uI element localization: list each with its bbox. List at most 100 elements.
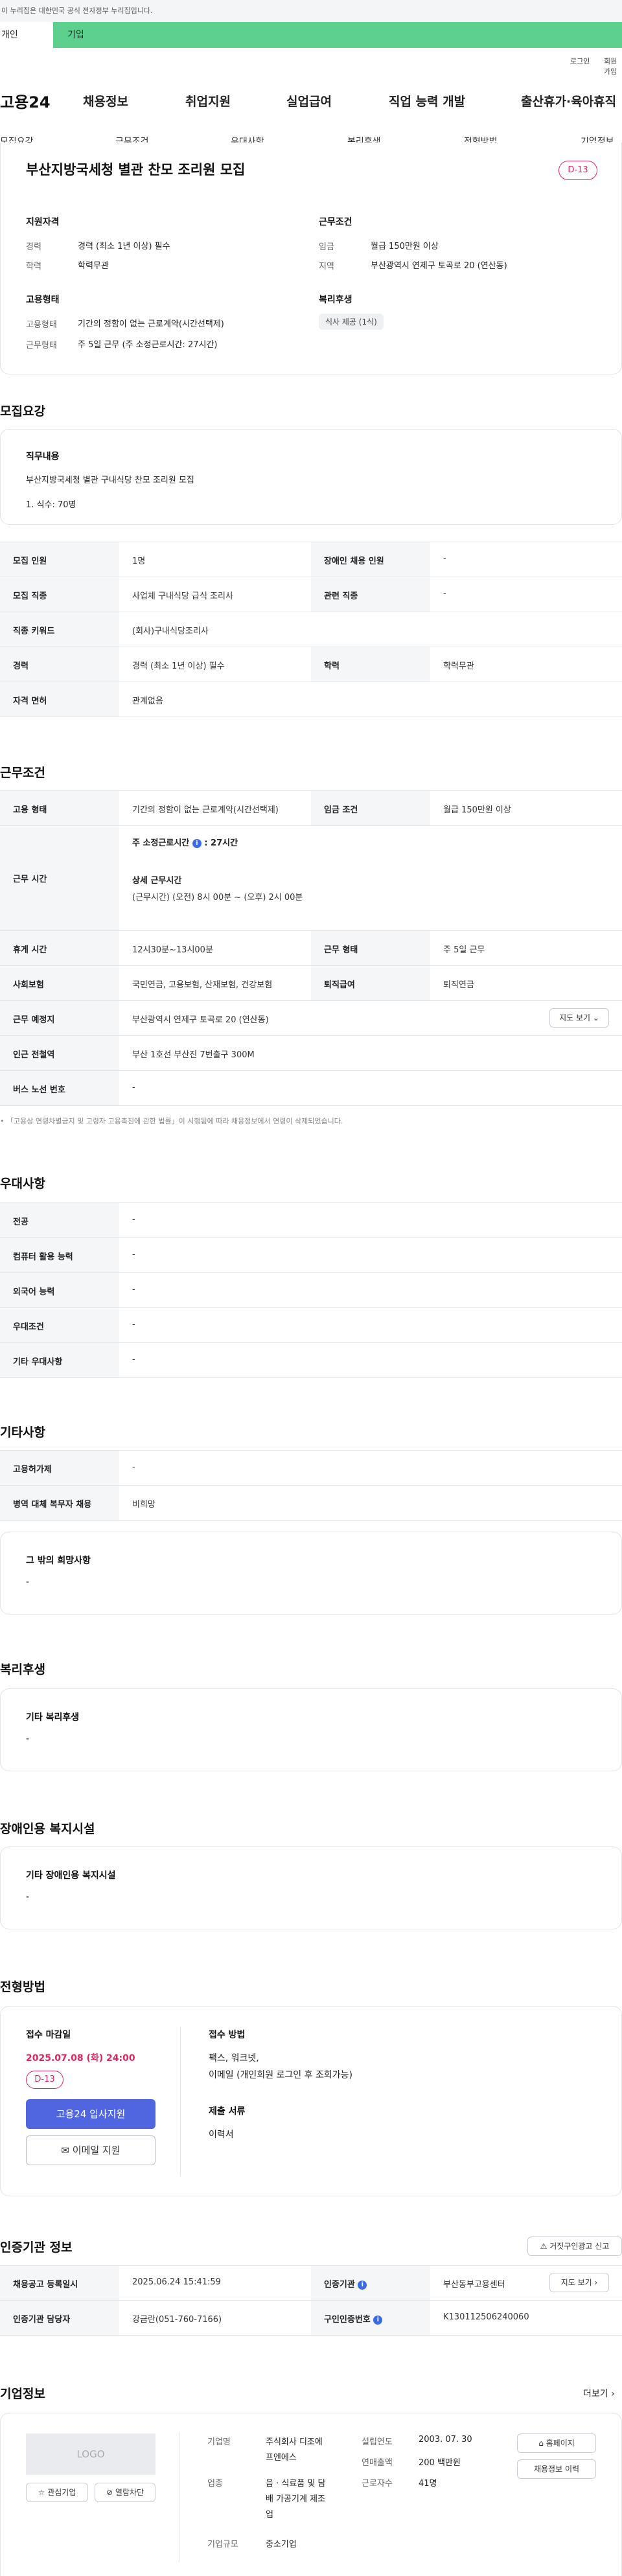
th-computer: 컴퓨터 활용 능력: [13, 1252, 73, 1262]
table-line: [0, 1520, 622, 1521]
td-headcount: 1명: [132, 557, 146, 566]
emp-heading: 고용형태: [26, 295, 60, 305]
th-keyword: 직종 키워드: [13, 627, 55, 636]
age-law-note: • 「고용상 연령차별금지 및 고령자 고용촉진에 관한 법률」이 시행됨에 따…: [0, 1117, 343, 1125]
more-link[interactable]: 더보기 ›: [583, 2387, 615, 2400]
home-icon: ⌂: [538, 2439, 544, 2448]
td-major: -: [132, 1215, 135, 1225]
siren-icon: ⚠: [540, 2242, 547, 2251]
table-line: [0, 1342, 622, 1343]
deadline-label: 접수 마감일: [26, 2030, 71, 2040]
map-button-label: 지도 보기: [559, 1013, 591, 1022]
method-label: 접수 방법: [209, 2030, 246, 2040]
block-company-button[interactable]: ⊘ 열람차단: [95, 2483, 156, 2502]
homepage-button[interactable]: ⌂ 홈페이지: [517, 2433, 596, 2453]
worktype-label: 근무형태: [26, 341, 57, 351]
gnb-jobs[interactable]: 채용정보: [83, 92, 128, 109]
email-apply-button[interactable]: ✉ 이메일 지원: [26, 2135, 156, 2165]
gnb-unemployment-benefit[interactable]: 실업급여: [286, 92, 332, 109]
th-work-hours: 근무 시간: [13, 875, 47, 884]
dday-badge: D-13: [559, 161, 597, 180]
th-subway: 인근 전철역: [13, 1050, 55, 1060]
edu-label: 학력: [26, 262, 41, 271]
th-wage: 임금 조건: [324, 805, 358, 815]
info-icon[interactable]: i: [358, 2281, 367, 2290]
login-link[interactable]: 로그인: [570, 56, 590, 66]
sales-value: 200 백만원: [419, 2458, 461, 2468]
tab-individual[interactable]: 개인: [0, 22, 53, 48]
gnb-job-training[interactable]: 직업 능력 개발: [389, 92, 465, 109]
staff-value: 41명: [419, 2479, 437, 2489]
career-value: 경력 (최소 1년 이상) 필수: [78, 242, 170, 251]
td-bus: -: [132, 1083, 135, 1092]
weekly-hours: 주 소정근로시간 i : 27시간: [132, 836, 238, 848]
region-value: 부산광역시 연제구 토곡로 20 (연산동): [371, 261, 507, 271]
deadline-value: 2025.07.08 (화) 24:00: [26, 2053, 135, 2064]
detail-hours-title: 상세 근무시간: [132, 876, 182, 886]
map-button[interactable]: 지도 보기 ⌄: [549, 1008, 609, 1028]
td-manager: 강금란(051-760-7166): [132, 2315, 222, 2325]
site-logo[interactable]: 고용24: [0, 89, 51, 112]
th-disabled-headcount: 장애인 채용 인원: [324, 557, 384, 566]
history-button[interactable]: 채용정보 이력: [517, 2459, 596, 2479]
divider: [180, 2027, 181, 2176]
edu-value: 학력무관: [78, 261, 109, 271]
td-work-place: 부산광역시 연제구 토곡로 20 (연산동): [132, 1015, 269, 1025]
disabled-card: [0, 1846, 622, 1929]
table-line: [0, 1202, 622, 1203]
td-subway: 부산 1호선 부산진 7번출구 300M: [132, 1050, 255, 1060]
td-agency: 부산동부고용센터: [443, 2280, 505, 2290]
info-icon[interactable]: i: [192, 839, 202, 848]
disabled-value: -: [26, 1892, 30, 1902]
td-language: -: [132, 1285, 135, 1294]
favorite-label: 관심기업: [47, 2488, 76, 2497]
company-name-line-2: 프엔에스: [266, 2453, 297, 2463]
th-bus: 버스 노선 번호: [13, 1085, 65, 1095]
industry-label: 업종: [207, 2479, 223, 2489]
report-button[interactable]: ⚠ 거짓구인광고 신고: [527, 2237, 622, 2256]
chevron-down-icon: ⌄: [592, 1013, 599, 1022]
th-license: 자격 면허: [13, 696, 47, 706]
section-title-welfare: 복리후생: [0, 1662, 45, 1677]
table-line: [0, 1070, 622, 1071]
td-prefer-etc: -: [132, 1355, 135, 1364]
docs-label: 제출 서류: [209, 2106, 246, 2117]
sales-label: 연매출액: [362, 2458, 393, 2468]
gnb-maternity-leave[interactable]: 출산휴가·육아휴직: [521, 92, 616, 109]
apply-button[interactable]: 고용24 입사지원: [26, 2099, 156, 2129]
block-icon: ⊘: [106, 2488, 113, 2497]
th-work-form: 근무 형태: [324, 945, 358, 955]
th-agency-label: 인증기관: [324, 2280, 355, 2290]
th-reg-date: 채용공고 등록일시: [13, 2280, 78, 2290]
career-label: 경력: [26, 242, 41, 252]
td-wage: 월급 150만원 이상: [443, 805, 511, 815]
join-link[interactable]: 회원가입: [604, 56, 622, 76]
th-agency: 인증기관 i: [324, 2277, 367, 2290]
table-line: [0, 1035, 622, 1036]
section-title-disabled: 장애인용 복지시설: [0, 1822, 95, 1836]
homepage-label: 홈페이지: [546, 2439, 575, 2448]
table-line: [0, 1105, 622, 1106]
disabled-title: 기타 장애인용 복지시설: [26, 1870, 116, 1881]
mail-icon: ✉: [61, 2145, 69, 2156]
td-retirement: 퇴직연금: [443, 980, 474, 990]
agency-map-button[interactable]: 지도 보기 ›: [549, 2273, 609, 2292]
td-education: 학력무관: [443, 661, 474, 671]
company-name-line-1: 주식회사 디조에: [266, 2437, 323, 2447]
th-cert-no: 구인인증번호 i: [324, 2312, 383, 2325]
tab-business[interactable]: 기업: [53, 22, 622, 48]
industry-line-1: 음 · 식료품 및 담: [266, 2479, 326, 2489]
th-work-permit: 고용허가제: [13, 1465, 52, 1475]
td-related-occupation: -: [443, 589, 446, 599]
info-icon[interactable]: i: [373, 2316, 383, 2325]
td-work-form: 주 5일 근무: [443, 945, 485, 955]
td-military: 비희망: [132, 1500, 156, 1510]
gnb-employment-support[interactable]: 취업지원: [185, 92, 231, 109]
detail-hours: (근무시간) (오전) 8시 00분 ~ (오후) 2시 00분: [132, 893, 303, 903]
founded-value: 2003. 07. 30: [419, 2435, 472, 2444]
favorite-company-button[interactable]: ☆ 관심기업: [26, 2483, 88, 2502]
th-cert-no-label: 구인인증번호: [324, 2315, 371, 2325]
agency-map-label: 지도 보기: [560, 2278, 592, 2287]
worktype-value: 주 5일 근무 (주 소정근로시간: 27시간): [78, 340, 218, 350]
td-license: 관계없음: [132, 696, 163, 706]
